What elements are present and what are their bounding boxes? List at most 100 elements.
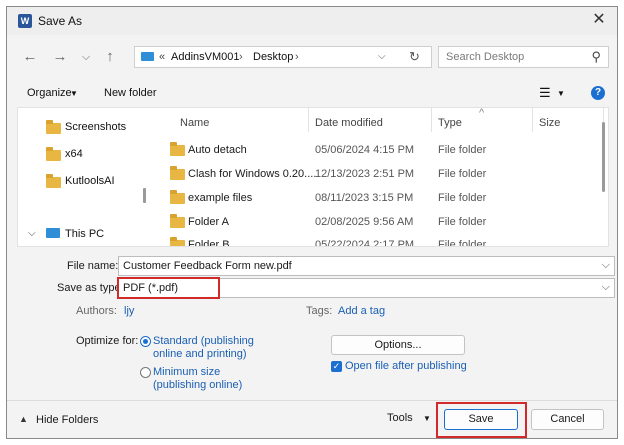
folder-icon bbox=[170, 190, 185, 204]
tools-dropdown-icon[interactable]: ▼ bbox=[423, 414, 431, 423]
file-row[interactable]: example files 08/11/2023 3:15 PM File fo… bbox=[170, 187, 600, 209]
monitor-icon bbox=[46, 228, 60, 238]
address-bar[interactable]: « AddinsVM001 › Desktop › ⌵ ↻ bbox=[134, 46, 432, 68]
file-date: 08/11/2023 3:15 PM bbox=[315, 192, 414, 204]
file-browser: Screenshots x64 KutloolsAI ⌵ This PC Nam… bbox=[17, 107, 609, 247]
chevron-down-icon[interactable]: ⌵ bbox=[602, 259, 610, 272]
search-box[interactable]: Search Desktop ⚲ bbox=[438, 46, 609, 68]
chevron-down-icon[interactable]: ⌵ bbox=[602, 281, 610, 294]
new-folder-button[interactable]: New folder bbox=[104, 87, 157, 99]
address-dropdown-icon[interactable]: ⌵ bbox=[378, 51, 386, 62]
tree-item-kutloolsai[interactable]: KutloolsAI bbox=[65, 175, 115, 187]
file-name-field[interactable]: Customer Feedback Form new.pdf ⌵ bbox=[118, 256, 615, 276]
minimum-option-label[interactable]: (publishing online) bbox=[153, 379, 242, 391]
file-name-input[interactable]: Customer Feedback Form new.pdf bbox=[123, 260, 292, 272]
highlight-box bbox=[436, 402, 527, 438]
help-icon[interactable]: ? bbox=[591, 86, 605, 100]
organize-button[interactable]: Organize bbox=[27, 87, 72, 99]
breadcrumb-separator: › bbox=[239, 51, 243, 63]
column-type[interactable]: Type bbox=[438, 117, 462, 129]
file-date: 05/06/2024 4:15 PM bbox=[315, 144, 415, 156]
tree-item-this-pc[interactable]: This PC bbox=[65, 228, 104, 240]
minimum-option-label[interactable]: Minimum size bbox=[153, 366, 220, 378]
tree-scrollbar[interactable] bbox=[143, 188, 146, 203]
breadcrumb-overflow[interactable]: « bbox=[159, 51, 165, 63]
column-divider bbox=[532, 108, 533, 132]
tree-item-x64[interactable]: x64 bbox=[65, 148, 83, 160]
title-bar: W Save As ✕ bbox=[7, 7, 617, 35]
chevron-up-icon[interactable]: ▲ bbox=[19, 414, 28, 424]
folder-icon bbox=[46, 174, 61, 188]
search-input[interactable]: Search Desktop bbox=[446, 51, 524, 63]
tools-button[interactable]: Tools bbox=[387, 412, 413, 424]
column-name[interactable]: Name bbox=[180, 117, 209, 129]
file-type: File folder bbox=[438, 239, 487, 247]
sort-ascending-icon: ^ bbox=[479, 107, 485, 119]
save-as-type-label: Save as type: bbox=[57, 282, 124, 294]
file-name: example files bbox=[188, 192, 253, 204]
view-dropdown-icon[interactable]: ▼ bbox=[557, 89, 565, 98]
folder-icon bbox=[170, 214, 185, 228]
organize-dropdown-icon[interactable]: ▼ bbox=[70, 89, 78, 98]
refresh-icon[interactable]: ↻ bbox=[409, 49, 420, 65]
cancel-button[interactable]: Cancel bbox=[531, 409, 604, 430]
folder-icon bbox=[170, 142, 185, 156]
breadcrumb-separator: › bbox=[295, 51, 299, 63]
column-date-modified[interactable]: Date modified bbox=[315, 117, 383, 129]
column-divider bbox=[308, 108, 309, 132]
breadcrumb-desktop[interactable]: Desktop bbox=[253, 51, 293, 63]
file-name: Clash for Windows 0.20.... bbox=[188, 168, 317, 180]
arrow-left-icon[interactable]: ← bbox=[21, 48, 39, 66]
open-after-publishing-label[interactable]: Open file after publishing bbox=[345, 360, 467, 372]
file-row[interactable]: Clash for Windows 0.20.... 12/13/2023 2:… bbox=[170, 163, 600, 185]
hide-folders-button[interactable]: Hide Folders bbox=[36, 414, 98, 426]
authors-value[interactable]: ljy bbox=[124, 305, 134, 317]
chevron-down-icon[interactable]: ⌵ bbox=[77, 48, 95, 66]
standard-option-label[interactable]: online and printing) bbox=[153, 348, 247, 360]
add-tag-link[interactable]: Add a tag bbox=[338, 305, 385, 317]
open-after-publishing-checkbox[interactable]: ✓ bbox=[331, 361, 342, 372]
save-as-dialog: W Save As ✕ ← → ⌵ ↑ « AddinsVM001 › Desk… bbox=[6, 6, 618, 439]
file-name: Folder A bbox=[188, 216, 229, 228]
file-row[interactable]: Folder B 05/22/2024 2:17 PM File folder bbox=[170, 234, 600, 247]
options-button[interactable]: Options... bbox=[331, 335, 465, 355]
breadcrumb-addinsvm001[interactable]: AddinsVM001 bbox=[171, 51, 240, 63]
file-name: Folder B bbox=[188, 239, 230, 247]
tree-item-screenshots[interactable]: Screenshots bbox=[65, 121, 126, 133]
dialog-footer: ▲ Hide Folders Tools ▼ Save Cancel bbox=[7, 400, 617, 438]
file-type: File folder bbox=[438, 192, 487, 204]
file-date: 02/08/2025 9:56 AM bbox=[315, 216, 414, 228]
dialog-title: Save As bbox=[38, 14, 83, 28]
file-row[interactable]: Auto detach 05/06/2024 4:15 PM File fold… bbox=[170, 139, 600, 161]
standard-option-label[interactable]: Standard (publishing bbox=[153, 335, 254, 347]
tags-label: Tags: bbox=[306, 305, 333, 317]
file-list-scrollbar[interactable] bbox=[602, 122, 605, 192]
search-icon: ⚲ bbox=[591, 49, 601, 64]
file-date: 12/13/2023 2:51 PM bbox=[315, 168, 415, 180]
chevron-down-icon[interactable]: ⌵ bbox=[28, 228, 36, 239]
close-icon[interactable]: ✕ bbox=[589, 10, 609, 30]
minimum-size-radio[interactable] bbox=[140, 367, 151, 378]
folder-icon bbox=[170, 237, 185, 246]
standard-radio[interactable] bbox=[140, 336, 151, 347]
folder-icon bbox=[46, 120, 61, 134]
file-name-label: File name: bbox=[67, 260, 119, 272]
file-type: File folder bbox=[438, 144, 487, 156]
file-type: File folder bbox=[438, 168, 487, 180]
file-name: Auto detach bbox=[188, 144, 247, 156]
file-date: 05/22/2024 2:17 PM bbox=[315, 239, 415, 247]
optimize-for-label: Optimize for: bbox=[76, 335, 139, 347]
list-view-icon[interactable]: ☰ bbox=[539, 85, 551, 101]
column-size[interactable]: Size bbox=[539, 117, 560, 129]
arrow-up-icon[interactable]: ↑ bbox=[101, 48, 119, 66]
folder-icon bbox=[170, 166, 185, 180]
navigation-bar: ← → ⌵ ↑ « AddinsVM001 › Desktop › ⌵ ↻ Se… bbox=[7, 35, 617, 81]
word-app-icon: W bbox=[18, 14, 32, 28]
arrow-right-icon[interactable]: → bbox=[51, 48, 69, 66]
highlight-box bbox=[117, 277, 220, 299]
column-divider bbox=[431, 108, 432, 132]
desktop-location-icon bbox=[141, 52, 154, 61]
folder-icon bbox=[46, 147, 61, 161]
file-row[interactable]: Folder A 02/08/2025 9:56 AM File folder bbox=[170, 211, 600, 233]
file-type: File folder bbox=[438, 216, 487, 228]
